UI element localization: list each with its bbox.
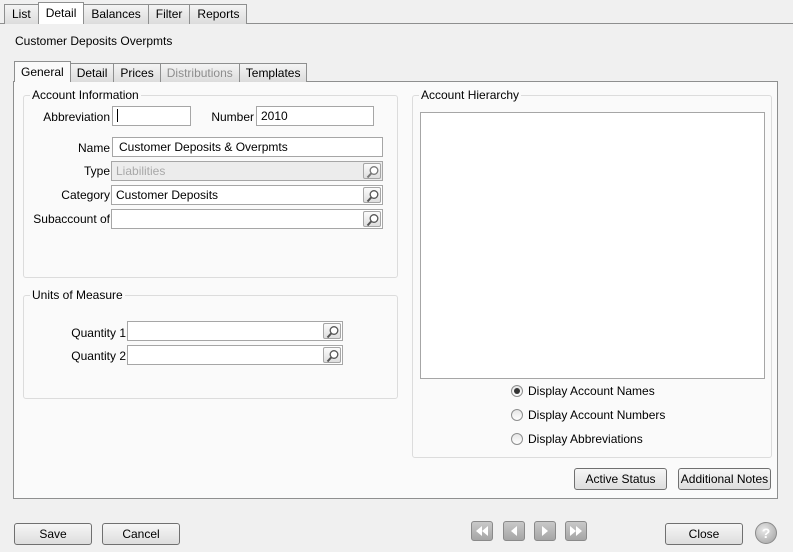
next-record-button[interactable] — [534, 521, 556, 541]
category-label: Category — [61, 188, 110, 202]
magnifier-icon — [326, 350, 339, 363]
number-input[interactable]: 2010 — [256, 106, 374, 126]
quantity1-label: Quantity 1 — [71, 326, 126, 340]
previous-record-button[interactable] — [503, 521, 525, 541]
inner-tab-bar: General Detail Prices Distributions Temp… — [14, 61, 308, 82]
type-value: Liabilities — [116, 164, 166, 178]
quantity1-input[interactable] — [127, 321, 343, 341]
save-button[interactable]: Save — [14, 523, 92, 545]
tab-general[interactable]: General — [14, 61, 71, 82]
radio-button[interactable] — [511, 409, 523, 421]
help-icon[interactable]: ? — [755, 522, 777, 544]
category-lookup-button[interactable] — [363, 187, 381, 203]
tab-distributions: Distributions — [159, 63, 240, 82]
subaccount-lookup-button[interactable] — [363, 211, 381, 227]
text-cursor — [117, 109, 118, 122]
abbreviation-input[interactable] — [112, 106, 191, 126]
next-record-icon — [542, 526, 548, 536]
radio-label-account-numbers: Display Account Numbers — [528, 408, 666, 422]
subaccount-label: Subaccount of — [33, 212, 110, 226]
magnifier-icon — [326, 326, 339, 339]
tab-reports[interactable]: Reports — [189, 4, 248, 24]
previous-record-icon — [511, 526, 517, 536]
account-information-title: Account Information — [30, 88, 141, 102]
account-hierarchy-title: Account Hierarchy — [419, 88, 522, 102]
last-record-button[interactable] — [565, 521, 587, 541]
active-status-button[interactable]: Active Status — [574, 468, 667, 490]
last-record-icon — [570, 526, 582, 536]
top-tab-bar: List Detail Balances Filter Reports — [4, 2, 248, 24]
magnifier-icon — [366, 166, 379, 179]
tab-list[interactable]: List — [4, 4, 39, 24]
radio-button[interactable] — [511, 433, 523, 445]
number-label: Number — [211, 110, 254, 124]
units-of-measure-title: Units of Measure — [30, 288, 125, 302]
radio-button-checked[interactable] — [511, 385, 523, 397]
type-input: Liabilities — [111, 161, 383, 181]
category-value: Customer Deposits — [116, 188, 219, 202]
tab-prices[interactable]: Prices — [113, 63, 161, 82]
tab-detail[interactable]: Detail — [37, 2, 85, 24]
account-hierarchy-list[interactable] — [420, 112, 765, 379]
tab-templates[interactable]: Templates — [238, 63, 308, 82]
radio-label-account-names: Display Account Names — [528, 384, 655, 398]
cancel-button[interactable]: Cancel — [102, 523, 180, 545]
additional-notes-button[interactable]: Additional Notes — [678, 468, 771, 490]
first-record-button[interactable] — [471, 521, 493, 541]
type-label: Type — [83, 164, 110, 178]
quantity2-input[interactable] — [127, 345, 343, 365]
subaccount-input[interactable] — [111, 209, 383, 229]
close-button[interactable]: Close — [665, 523, 743, 545]
radio-label-abbreviations: Display Abbreviations — [528, 432, 643, 446]
radio-display-abbreviations[interactable]: Display Abbreviations — [511, 432, 643, 446]
category-input[interactable]: Customer Deposits — [111, 185, 383, 205]
first-record-icon — [476, 526, 488, 536]
radio-display-account-numbers[interactable]: Display Account Numbers — [511, 408, 665, 422]
name-label: Name — [77, 141, 110, 155]
tab-balances[interactable]: Balances — [83, 4, 149, 24]
abbreviation-label: Abbreviation — [43, 110, 110, 124]
type-lookup-button — [363, 163, 381, 179]
magnifier-icon — [366, 190, 379, 203]
tab-filter[interactable]: Filter — [147, 4, 191, 24]
radio-display-account-names[interactable]: Display Account Names — [511, 384, 655, 398]
quantity1-lookup-button[interactable] — [323, 323, 341, 339]
magnifier-icon — [366, 214, 379, 227]
quantity2-label: Quantity 2 — [71, 349, 126, 363]
name-input[interactable]: Customer Deposits & Overpmts — [112, 137, 383, 157]
quantity2-lookup-button[interactable] — [323, 347, 341, 363]
tab-inner-detail[interactable]: Detail — [69, 63, 115, 82]
page-title: Customer Deposits Overpmts — [15, 34, 173, 48]
